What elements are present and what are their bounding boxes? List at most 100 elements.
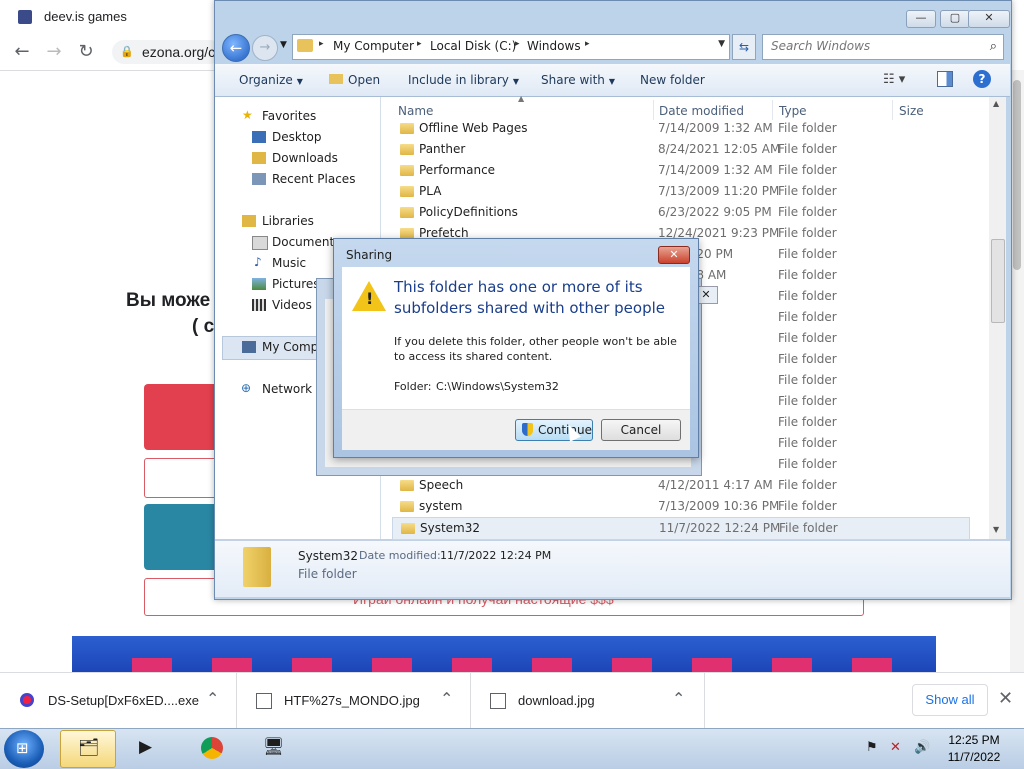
- folder-icon: [400, 207, 414, 218]
- nav-network[interactable]: Network: [262, 382, 312, 396]
- change-view-icon[interactable]: ☷ ▾: [883, 72, 905, 87]
- download-item[interactable]: HTF%27s_MONDO.jpg ⌃: [236, 673, 471, 729]
- explorer-address-bar[interactable]: ▸ My Computer ▸ Local Disk (C:) ▸ Window…: [292, 34, 730, 60]
- taskbar-explorer-button[interactable]: 🗂: [60, 730, 116, 768]
- chevron-up-icon[interactable]: ⌃: [440, 689, 453, 708]
- file-list-scrollbar[interactable]: ▲ ▼: [989, 97, 1006, 539]
- folder-icon: [401, 523, 415, 534]
- download-item[interactable]: DS-Setup[DxF6xED....exe ⌃: [0, 673, 237, 729]
- red-action-button[interactable]: [144, 384, 224, 450]
- page-scrollbar[interactable]: [1010, 70, 1024, 672]
- window-close-button[interactable]: ✕: [968, 10, 1010, 28]
- nav-desktop[interactable]: Desktop: [272, 130, 322, 144]
- browser-tab[interactable]: deev.is games: [8, 4, 208, 30]
- file-row[interactable]: Offline Web Pages 7/14/2009 1:32 AM File f…: [392, 118, 968, 139]
- address-bar[interactable]: 🔒 ezona.org/c: [112, 40, 222, 64]
- page-heading: Вы може: [126, 290, 211, 311]
- folder-icon: [400, 480, 414, 491]
- file-row[interactable]: System32 11/7/2022 12:24 PM File folder: [392, 517, 970, 540]
- clock-time[interactable]: 12:25 PM: [944, 733, 1004, 747]
- computer-icon: [242, 341, 256, 353]
- details-pane: System32 Date modified: 11/7/2022 12:24 …: [215, 540, 1010, 597]
- recent-pages-chevron-icon[interactable]: ▼: [280, 40, 287, 50]
- explorer-forward-icon[interactable]: →: [252, 35, 278, 61]
- explorer-back-icon[interactable]: ←: [222, 34, 250, 62]
- nav-libraries[interactable]: Libraries: [262, 214, 314, 228]
- breadcrumb-local-disk[interactable]: Local Disk (C:): [430, 39, 516, 53]
- column-header-name[interactable]: Name: [398, 104, 433, 118]
- reload-icon[interactable]: ↻: [74, 40, 98, 64]
- file-type: File folder: [778, 415, 837, 429]
- nav-recent-places[interactable]: Recent Places: [272, 172, 355, 186]
- scroll-up-icon[interactable]: ▲: [993, 99, 999, 108]
- nav-my-computer[interactable]: My Comp: [262, 340, 318, 354]
- action-center-flag-icon[interactable]: ⚑: [866, 740, 878, 755]
- folder-icon: [400, 501, 414, 512]
- image-file-icon: [256, 693, 272, 709]
- folder-icon: [297, 39, 313, 52]
- chrome-icon: [201, 737, 223, 759]
- preview-pane-icon[interactable]: [937, 71, 953, 87]
- help-icon[interactable]: ?: [973, 70, 991, 88]
- forward-arrow-icon[interactable]: →: [42, 40, 66, 64]
- breadcrumb-my-computer[interactable]: My Computer: [333, 39, 414, 53]
- nav-pictures[interactable]: Pictures: [272, 277, 320, 291]
- address-dropdown-icon[interactable]: ▼: [718, 39, 725, 49]
- file-row[interactable]: system 7/13/2009 10:36 PM File folder: [392, 496, 968, 517]
- chevron-up-icon[interactable]: ⌃: [672, 689, 685, 708]
- taskbar-chrome-button[interactable]: [184, 730, 238, 766]
- promo-banner[interactable]: [72, 636, 936, 672]
- explorer-search-box[interactable]: ⌕: [762, 34, 1004, 60]
- volume-icon[interactable]: 🔊: [914, 740, 930, 755]
- new-folder-button[interactable]: New folder: [640, 73, 705, 87]
- minimize-button[interactable]: —: [906, 10, 936, 28]
- taskbar-control-panel-button[interactable]: 🖥: [246, 730, 300, 766]
- column-header-type[interactable]: Type: [779, 104, 807, 118]
- chevron-up-icon[interactable]: ⌃: [206, 689, 219, 708]
- dialog-main-instruction: This folder has one or more of its subfo…: [394, 278, 666, 317]
- start-button[interactable]: ⊞: [4, 730, 44, 768]
- organize-button[interactable]: Organize ▼: [239, 73, 303, 87]
- teal-action-button[interactable]: [144, 504, 224, 570]
- include-in-library-button[interactable]: Include in library ▼: [408, 73, 519, 87]
- share-with-button[interactable]: Share with ▼: [541, 73, 615, 87]
- download-bar: DS-Setup[DxF6xED....exe ⌃ HTF%27s_MONDO.…: [0, 672, 1024, 729]
- download-filename: download.jpg: [518, 693, 595, 708]
- open-button[interactable]: Open: [329, 73, 380, 87]
- dialog-close-button[interactable]: ✕: [658, 246, 690, 264]
- continue-button[interactable]: Continue: [515, 419, 593, 441]
- file-type: File folder: [778, 310, 837, 324]
- scroll-down-icon[interactable]: ▼: [993, 525, 999, 534]
- file-row[interactable]: Speech 4/12/2011 4:17 AM File folder: [392, 475, 968, 496]
- search-input[interactable]: [769, 38, 973, 54]
- close-icon[interactable]: ✕: [998, 688, 1013, 709]
- taskbar-media-player-button[interactable]: ▶: [122, 730, 176, 766]
- nav-downloads[interactable]: Downloads: [272, 151, 338, 165]
- refresh-icon[interactable]: ⇆: [732, 34, 756, 60]
- documents-icon: [252, 236, 268, 250]
- file-row[interactable]: Panther 8/24/2021 12:05 AM File folder: [392, 139, 968, 160]
- maximize-button[interactable]: ▢: [940, 10, 970, 28]
- breadcrumb-windows[interactable]: Windows: [527, 39, 581, 53]
- scroll-thumb[interactable]: [991, 239, 1005, 323]
- dialog-body: ! This folder has one or more of its sub…: [342, 267, 690, 409]
- folder-icon: 🗂: [78, 738, 100, 758]
- show-all-button[interactable]: Show all: [912, 684, 988, 716]
- clock-date[interactable]: 11/7/2022: [944, 750, 1004, 764]
- nav-videos[interactable]: Videos: [272, 298, 312, 312]
- back-arrow-icon[interactable]: ←: [10, 40, 34, 64]
- column-header-size[interactable]: Size: [899, 104, 924, 118]
- nav-favorites[interactable]: Favorites: [262, 109, 316, 123]
- file-date: 7/13/2009 10:36 PM: [658, 499, 780, 513]
- file-row[interactable]: Performance 7/14/2009 1:32 AM File folder: [392, 160, 968, 181]
- details-modified-value: 11/7/2022 12:24 PM: [440, 549, 552, 562]
- file-row[interactable]: PolicyDefinitions 6/23/2022 9:05 PM File f…: [392, 202, 968, 223]
- cancel-button[interactable]: Cancel: [601, 419, 681, 441]
- file-row[interactable]: PLA 7/13/2009 11:20 PM File folder: [392, 181, 968, 202]
- network-status-icon[interactable]: ✕: [890, 740, 901, 755]
- nav-documents[interactable]: Documents: [272, 235, 340, 249]
- column-header-date-modified[interactable]: Date modified: [659, 104, 744, 118]
- download-item[interactable]: download.jpg ⌃: [470, 673, 705, 729]
- nav-music[interactable]: Music: [272, 256, 306, 270]
- file-date: 4/12/2011 4:17 AM: [658, 478, 773, 492]
